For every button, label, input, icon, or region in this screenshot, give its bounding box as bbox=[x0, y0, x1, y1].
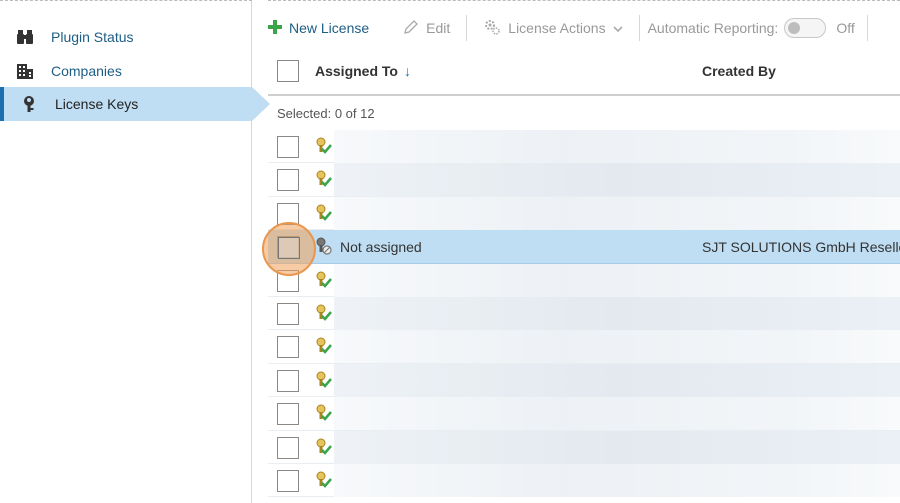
created-by-cell: SJT SOLUTIONS GmbH Reseller bbox=[702, 239, 900, 256]
chevron-down-icon bbox=[613, 20, 623, 36]
redacted-cell bbox=[334, 163, 900, 197]
table-row[interactable] bbox=[268, 296, 900, 331]
sidebar-item-companies[interactable]: Companies bbox=[0, 54, 252, 88]
license-key-check-icon bbox=[316, 371, 332, 388]
click-indicator bbox=[262, 222, 316, 276]
license-key-unassigned-icon bbox=[316, 237, 332, 255]
license-key-check-icon bbox=[316, 438, 332, 455]
new-license-label: New License bbox=[289, 20, 370, 36]
license-key-check-icon bbox=[316, 137, 332, 154]
sidebar-item-label: Companies bbox=[51, 63, 122, 79]
assigned-to-cell: Not assigned bbox=[340, 239, 422, 256]
redacted-cell bbox=[334, 330, 900, 364]
license-key-check-icon bbox=[316, 337, 332, 355]
edit-label: Edit bbox=[426, 20, 451, 36]
automatic-reporting-label: Automatic Reporting: bbox=[647, 20, 779, 36]
license-key-check-icon bbox=[316, 304, 332, 321]
toolbar-separator bbox=[638, 15, 640, 41]
gear-icon bbox=[483, 18, 501, 39]
redacted-cell bbox=[334, 296, 900, 330]
row-checkbox[interactable] bbox=[277, 403, 299, 426]
row-checkbox[interactable] bbox=[277, 369, 299, 392]
building-icon bbox=[16, 62, 34, 80]
license-key-check-icon bbox=[316, 471, 332, 488]
edit-button[interactable]: Edit bbox=[395, 12, 458, 44]
row-checkbox[interactable] bbox=[277, 302, 299, 325]
redacted-cell bbox=[334, 363, 900, 397]
sidebar-item-plugin-status[interactable]: Plugin Status bbox=[0, 20, 252, 54]
table-row[interactable] bbox=[268, 196, 900, 231]
table-row[interactable] bbox=[268, 330, 900, 364]
table-row[interactable] bbox=[268, 363, 900, 398]
binoculars-icon bbox=[16, 28, 34, 46]
reporting-state: Off bbox=[836, 20, 855, 36]
license-actions-dropdown[interactable]: License Actions bbox=[475, 12, 630, 44]
row-checkbox[interactable] bbox=[277, 469, 299, 492]
plus-icon bbox=[268, 19, 282, 37]
table-row[interactable] bbox=[268, 430, 900, 464]
row-checkbox[interactable] bbox=[277, 336, 299, 359]
sidebar-divider bbox=[0, 0, 252, 1]
row-checkbox-hover[interactable] bbox=[278, 237, 300, 259]
sidebar-item-label: License Keys bbox=[55, 96, 139, 112]
table-row[interactable] bbox=[268, 463, 900, 498]
license-actions-label: License Actions bbox=[508, 20, 606, 36]
sidebar: Plugin Status Companies License Keys bbox=[0, 0, 270, 503]
redacted-cell bbox=[334, 397, 900, 431]
new-license-button[interactable]: New License bbox=[268, 12, 377, 44]
column-assigned-to[interactable]: Assigned To ↓ bbox=[315, 63, 411, 79]
table-row[interactable] bbox=[268, 163, 900, 197]
toolbar-separator bbox=[466, 15, 468, 41]
toolbar: New License Edit License Actions Automat… bbox=[268, 12, 876, 44]
grid-header: Assigned To ↓ Created By bbox=[268, 54, 900, 96]
selection-count: Selected: 0 of 12 bbox=[277, 106, 375, 121]
toolbar-separator bbox=[866, 15, 868, 41]
redacted-cell bbox=[334, 196, 900, 230]
key-icon bbox=[20, 95, 38, 113]
row-checkbox[interactable] bbox=[277, 169, 299, 192]
table-row[interactable] bbox=[268, 263, 900, 297]
column-label: Assigned To bbox=[315, 63, 398, 79]
redacted-cell bbox=[334, 430, 900, 464]
sidebar-item-license-keys[interactable]: License Keys bbox=[0, 87, 270, 121]
redacted-cell bbox=[334, 130, 900, 163]
redacted-cell bbox=[334, 463, 900, 497]
sort-desc-icon: ↓ bbox=[403, 63, 411, 79]
column-created-by[interactable]: Created By bbox=[702, 63, 776, 79]
table-row[interactable] bbox=[268, 130, 900, 164]
redacted-cell bbox=[334, 263, 900, 297]
row-checkbox[interactable] bbox=[277, 136, 299, 158]
license-table: Not assigned SJT SOLUTIONS GmbH Reseller bbox=[268, 130, 900, 498]
license-key-check-icon bbox=[316, 271, 332, 288]
sidebar-item-label: Plugin Status bbox=[51, 29, 134, 45]
license-key-check-icon bbox=[316, 404, 332, 421]
select-all-checkbox[interactable] bbox=[277, 60, 299, 82]
table-row[interactable] bbox=[268, 397, 900, 431]
license-key-check-icon bbox=[316, 170, 332, 188]
pencil-icon bbox=[403, 19, 419, 38]
license-key-check-icon bbox=[316, 204, 332, 221]
row-checkbox[interactable] bbox=[277, 436, 299, 459]
automatic-reporting-toggle[interactable] bbox=[784, 18, 827, 38]
table-row-selected[interactable]: Not assigned SJT SOLUTIONS GmbH Reseller bbox=[268, 230, 900, 264]
toolbar-divider bbox=[268, 0, 900, 1]
